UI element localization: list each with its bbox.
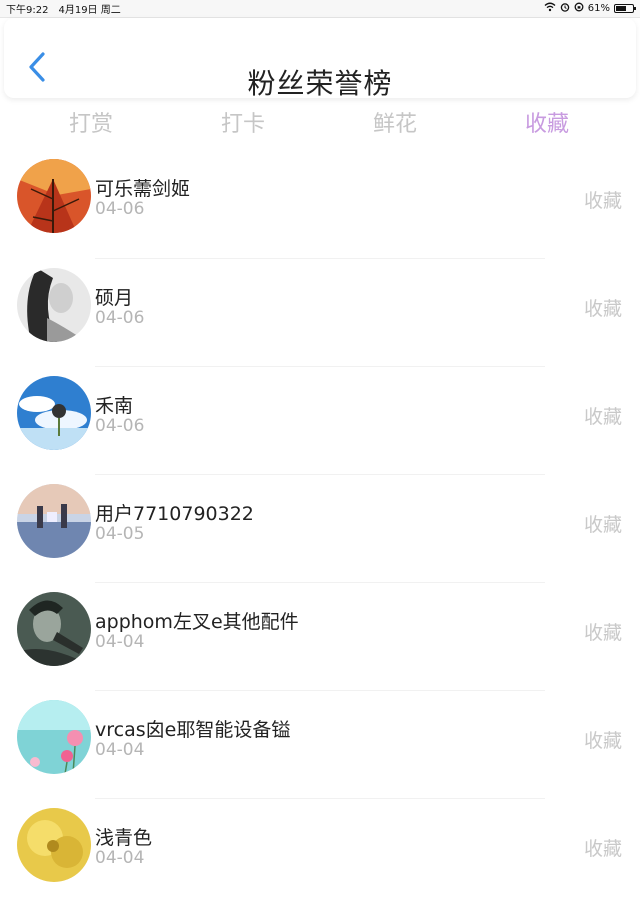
divider <box>95 798 545 799</box>
avatar <box>17 808 91 882</box>
status-bar: 下午9:22 4月19日 周二 61% <box>0 0 640 18</box>
battery-percent: 61% <box>587 3 610 14</box>
status-right: 61% <box>544 2 636 15</box>
divider <box>95 258 545 259</box>
fan-date: 04-04 <box>95 740 145 760</box>
favorite-label[interactable]: 收藏 <box>584 510 622 537</box>
fan-name: vrcas囟e耶智能设备镒 <box>95 719 291 741</box>
divider <box>95 474 545 475</box>
wifi-icon <box>544 2 556 15</box>
rotation-lock-icon <box>574 2 584 15</box>
list-item[interactable]: 用户7710790322 04-05 收藏 <box>0 474 640 582</box>
favorite-label[interactable]: 收藏 <box>584 186 622 213</box>
fan-date: 04-04 <box>95 848 145 868</box>
fan-date: 04-06 <box>95 308 145 328</box>
tab-favorites[interactable]: 收藏 <box>502 106 592 138</box>
favorite-label[interactable]: 收藏 <box>584 726 622 753</box>
fan-name: apphom左叉e其他配件 <box>95 611 299 633</box>
list-item[interactable]: 禾南 04-06 收藏 <box>0 366 640 474</box>
status-time: 下午9:22 <box>6 5 49 16</box>
fan-date: 04-06 <box>95 199 145 219</box>
fan-name: 浅青色 <box>95 827 153 849</box>
list-item[interactable]: 可乐薷剑姬 04-06 收藏 <box>0 150 640 258</box>
divider <box>95 366 545 367</box>
avatar <box>17 376 91 450</box>
divider <box>95 582 545 583</box>
tab-reward[interactable]: 打赏 <box>46 106 136 138</box>
alarm-icon <box>560 2 570 15</box>
divider <box>95 690 545 691</box>
battery-icon <box>614 4 636 13</box>
fan-name: 可乐薷剑姬 <box>95 178 191 200</box>
favorite-label[interactable]: 收藏 <box>584 402 622 429</box>
avatar <box>17 268 91 342</box>
list-item[interactable]: 硕月 04-06 收藏 <box>0 258 640 366</box>
list-item[interactable]: apphom左叉e其他配件 04-04 收藏 <box>0 582 640 690</box>
fan-date: 04-05 <box>95 524 145 544</box>
avatar <box>17 592 91 666</box>
avatar <box>17 700 91 774</box>
avatar <box>17 159 91 233</box>
navigation-header: 粉丝荣誉榜 <box>4 18 636 100</box>
fan-date: 04-06 <box>95 416 145 436</box>
list-item[interactable]: 浅青色 04-04 收藏 <box>0 798 640 906</box>
list-item[interactable]: vrcas囟e耶智能设备镒 04-04 收藏 <box>0 690 640 798</box>
fan-date: 04-04 <box>95 632 145 652</box>
favorite-label[interactable]: 收藏 <box>584 834 622 861</box>
fan-name: 禾南 <box>95 395 134 417</box>
fan-name: 硕月 <box>95 287 134 309</box>
fan-name: 用户7710790322 <box>95 503 254 525</box>
favorite-label[interactable]: 收藏 <box>584 618 622 645</box>
status-date: 4月19日 周二 <box>58 5 121 16</box>
tab-bar: 打赏 打卡 鲜花 收藏 <box>0 102 640 142</box>
avatar <box>17 484 91 558</box>
tab-flowers[interactable]: 鲜花 <box>350 106 440 138</box>
favorite-label[interactable]: 收藏 <box>584 294 622 321</box>
page-title: 粉丝荣誉榜 <box>247 67 393 100</box>
tab-checkin[interactable]: 打卡 <box>198 106 288 138</box>
